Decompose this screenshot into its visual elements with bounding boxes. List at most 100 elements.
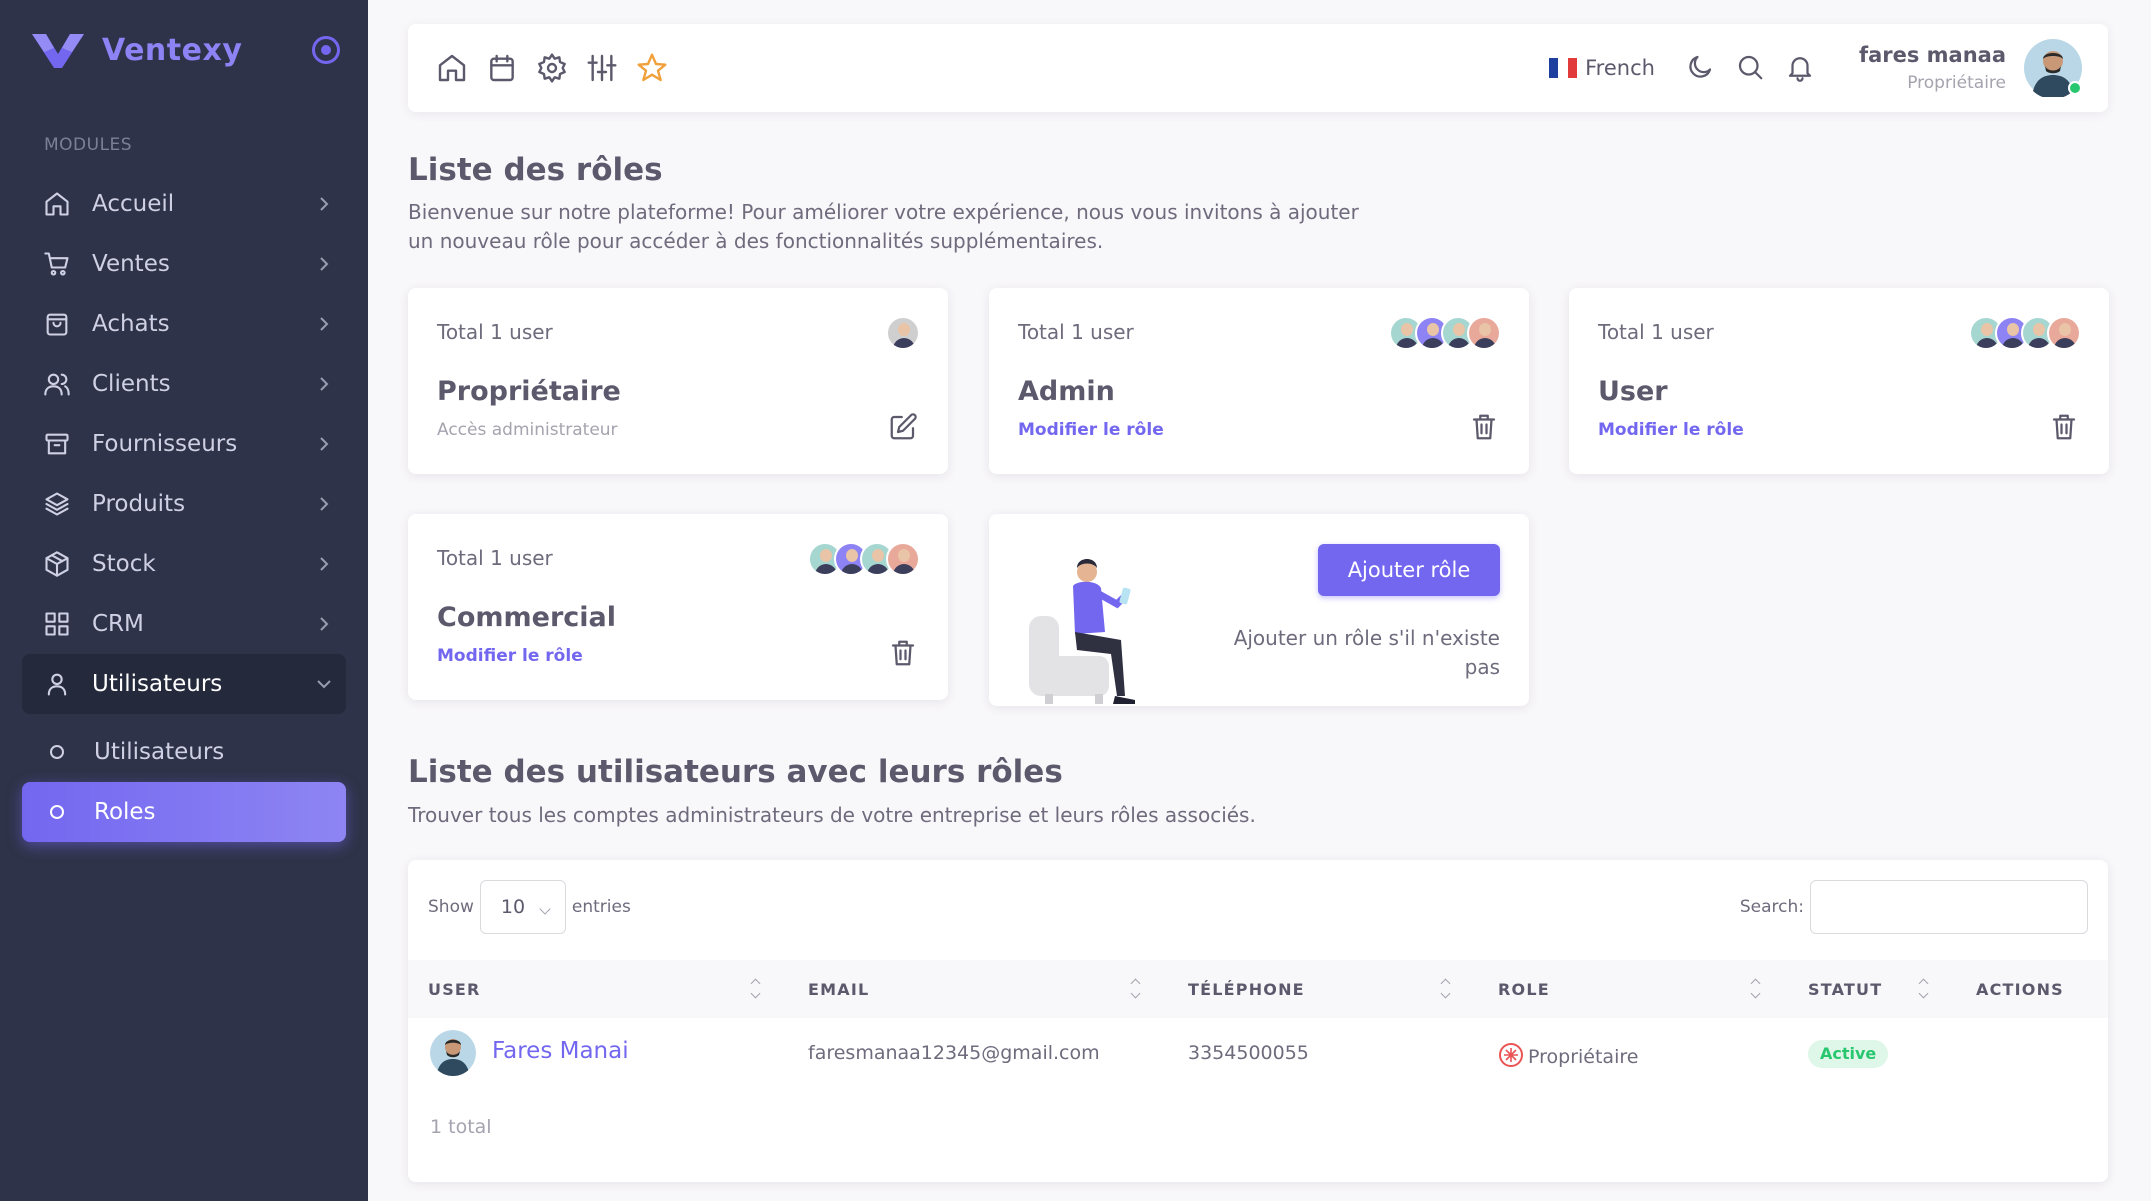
trash-icon[interactable] bbox=[888, 638, 920, 670]
users-title: Liste des utilisateurs avec leurs rôles bbox=[408, 754, 1063, 790]
language-selector[interactable]: French bbox=[1549, 56, 1655, 80]
edit-role-link[interactable]: Modifier le rôle bbox=[1018, 420, 1164, 440]
user-phone: 3354500055 bbox=[1188, 1042, 1309, 1064]
star-icon[interactable] bbox=[636, 52, 670, 86]
calendar-icon[interactable] bbox=[486, 52, 520, 86]
role-card-admin: Total 1 user Admin Modifier le rôle bbox=[989, 288, 1529, 474]
moon-icon[interactable] bbox=[1685, 52, 1717, 84]
search-icon[interactable] bbox=[1735, 52, 1767, 84]
sidebar: Ventexy MODULES Accueil Ventes Achats Cl… bbox=[0, 0, 368, 1201]
sidebar-item-label: Clients bbox=[92, 371, 171, 397]
sidebar-subitem-label: Roles bbox=[94, 799, 156, 825]
role-name: Admin bbox=[1018, 376, 1115, 407]
avatar[interactable] bbox=[886, 316, 920, 350]
sort-icon[interactable] bbox=[1750, 978, 1762, 1000]
cart-icon bbox=[42, 249, 72, 279]
brand[interactable]: Ventexy bbox=[32, 28, 242, 72]
sidebar-item-utilisateurs[interactable]: Utilisateurs bbox=[22, 654, 346, 714]
user-role-cell: Propriétaire bbox=[1498, 1042, 1638, 1068]
sidebar-toggle-icon[interactable] bbox=[312, 36, 340, 64]
sidebar-item-label: Accueil bbox=[92, 191, 175, 217]
navbar-user-info[interactable]: fares manaa Propriétaire bbox=[1859, 43, 2006, 93]
roles-title: Liste des rôles bbox=[408, 152, 663, 188]
navbar-right: French fares manaa Propriétaire bbox=[1549, 36, 2082, 100]
sidebar-item-label: Fournisseurs bbox=[92, 431, 238, 457]
bell-icon[interactable] bbox=[1785, 52, 1817, 84]
chevron-down-icon bbox=[539, 903, 551, 915]
add-role-button[interactable]: Ajouter rôle bbox=[1318, 544, 1500, 596]
person-sitting-illustration bbox=[1029, 559, 1135, 704]
sort-icon[interactable] bbox=[1130, 978, 1142, 1000]
avatar[interactable] bbox=[2047, 316, 2081, 350]
edit-role-link[interactable]: Modifier le rôle bbox=[437, 646, 583, 666]
user-email: faresmanaa12345@gmail.com bbox=[808, 1042, 1100, 1064]
column-header-email[interactable]: EMAIL bbox=[808, 980, 869, 999]
chevron-right-icon bbox=[314, 194, 334, 214]
role-avatar-group bbox=[1969, 316, 2081, 350]
sidebar-subitem-roles[interactable]: Roles bbox=[22, 782, 346, 842]
column-header-role[interactable]: ROLE bbox=[1498, 980, 1550, 999]
role-name: Commercial bbox=[437, 602, 616, 633]
circle-icon bbox=[50, 805, 64, 819]
table-total: 1 total bbox=[430, 1116, 492, 1138]
avatar[interactable] bbox=[1467, 316, 1501, 350]
shopping-bag-icon bbox=[42, 309, 72, 339]
france-flag-icon bbox=[1549, 58, 1578, 78]
sidebar-subitem-utilisateurs[interactable]: Utilisateurs bbox=[22, 722, 346, 782]
search-input[interactable] bbox=[1810, 880, 2088, 934]
user-icon bbox=[42, 669, 72, 699]
search-label: Search: bbox=[1739, 897, 1804, 917]
sidebar-item-stock[interactable]: Stock bbox=[22, 534, 346, 594]
role-card-commercial: Total 1 user Commercial Modifier le rôle bbox=[408, 514, 948, 700]
role-total-users: Total 1 user bbox=[437, 546, 553, 570]
column-header-phone[interactable]: TÉLÉPHONE bbox=[1188, 980, 1305, 999]
entries-select[interactable]: 10 bbox=[479, 880, 566, 934]
avatar[interactable] bbox=[2024, 39, 2082, 99]
brand-name: Ventexy bbox=[102, 32, 243, 68]
users-icon bbox=[42, 369, 72, 399]
trash-icon[interactable] bbox=[2049, 412, 2081, 444]
add-role-text: Ajouter un rôle s'il n'existe pas bbox=[1200, 624, 1500, 682]
sort-icon[interactable] bbox=[1440, 978, 1452, 1000]
sidebar-item-produits[interactable]: Produits bbox=[22, 474, 346, 534]
avatar[interactable] bbox=[886, 542, 920, 576]
role-card-user: Total 1 user User Modifier le rôle bbox=[1569, 288, 2109, 474]
grid-icon bbox=[42, 609, 72, 639]
role-total-users: Total 1 user bbox=[1598, 320, 1714, 344]
avatar[interactable] bbox=[430, 1030, 476, 1076]
sidebar-item-accueil[interactable]: Accueil bbox=[22, 174, 346, 234]
edit-icon[interactable] bbox=[888, 412, 920, 444]
sidebar-item-achats[interactable]: Achats bbox=[22, 294, 346, 354]
sidebar-item-crm[interactable]: CRM bbox=[22, 594, 346, 654]
add-role-card: Ajouter rôle Ajouter un rôle s'il n'exis… bbox=[989, 514, 1529, 706]
sidebar-item-label: Stock bbox=[92, 551, 156, 577]
table-row: Fares Manai faresmanaa12345@gmail.com 33… bbox=[408, 1018, 2108, 1088]
sort-icon[interactable] bbox=[750, 978, 762, 1000]
add-role-text-line2: pas bbox=[1464, 655, 1500, 679]
sidebar-item-clients[interactable]: Clients bbox=[22, 354, 346, 414]
entries-label: entries bbox=[571, 897, 631, 917]
gear-icon[interactable] bbox=[536, 52, 570, 86]
users-description: Trouver tous les comptes administrateurs… bbox=[408, 803, 1256, 827]
sidebar-item-ventes[interactable]: Ventes bbox=[22, 234, 346, 294]
sidebar-item-fournisseurs[interactable]: Fournisseurs bbox=[22, 414, 346, 474]
column-header-status[interactable]: STATUT bbox=[1808, 980, 1882, 999]
status-badge: Active bbox=[1808, 1040, 1889, 1068]
menu-section-header: MODULES bbox=[44, 135, 133, 155]
entries-value: 10 bbox=[500, 896, 526, 918]
user-name-link[interactable]: Fares Manai bbox=[492, 1038, 629, 1064]
role-card-proprietaire: Total 1 user Propriétaire Accès administ… bbox=[408, 288, 948, 474]
column-header-user[interactable]: USER bbox=[428, 980, 481, 999]
home-icon[interactable] bbox=[436, 52, 470, 86]
sort-icon[interactable] bbox=[1918, 978, 1930, 1000]
chevron-right-icon bbox=[314, 374, 334, 394]
role-subtitle: Accès administrateur bbox=[437, 420, 618, 440]
top-navbar: French fares manaa Propriétaire bbox=[408, 24, 2108, 112]
trash-icon[interactable] bbox=[1469, 412, 1501, 444]
navbar-user-name: fares manaa bbox=[1858, 43, 2006, 67]
roles-description-line1: Bienvenue sur notre plateforme! Pour amé… bbox=[408, 200, 1359, 224]
sliders-icon[interactable] bbox=[586, 52, 620, 86]
add-role-text-line1: Ajouter un rôle s'il n'existe bbox=[1233, 626, 1500, 650]
edit-role-link[interactable]: Modifier le rôle bbox=[1598, 420, 1744, 440]
chevron-right-icon bbox=[314, 494, 334, 514]
